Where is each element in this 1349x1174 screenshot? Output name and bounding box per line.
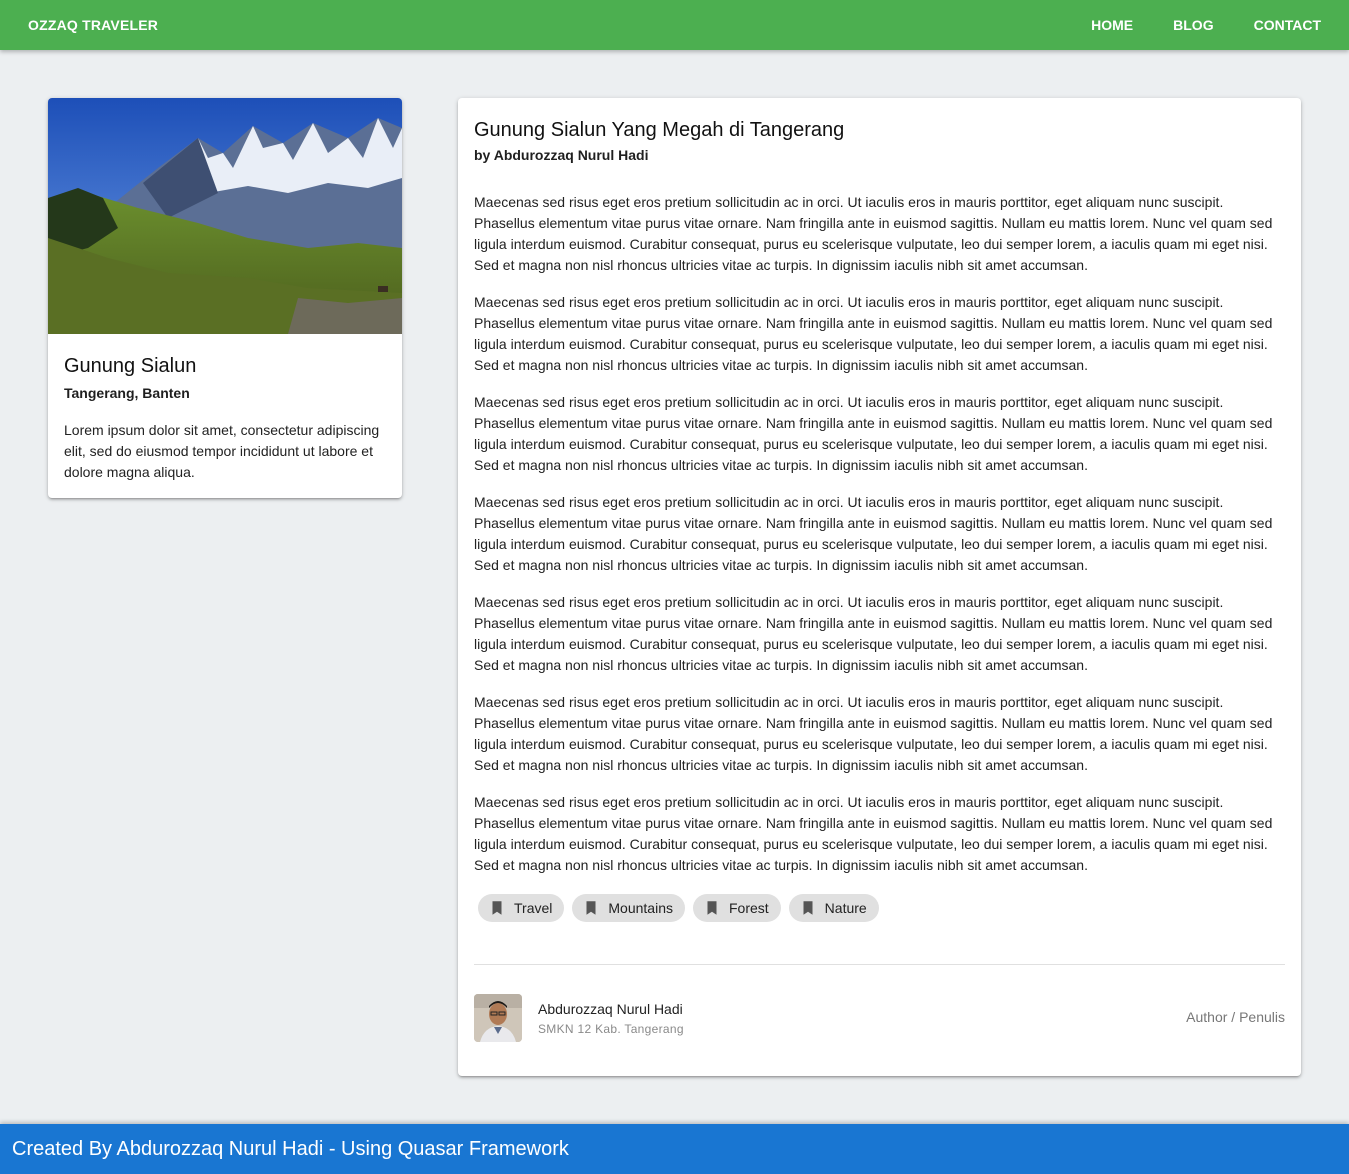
tag-list: Travel Mountains Forest Nature bbox=[474, 892, 1285, 924]
article-body: Gunung Sialun Yang Megah di Tangerang by… bbox=[458, 98, 1301, 965]
article-paragraph: Maecenas sed risus eget eros pretium sol… bbox=[474, 194, 1273, 273]
nav-blog-link[interactable]: BLOG bbox=[1165, 0, 1221, 50]
avatar-image bbox=[474, 994, 522, 1042]
author-name: Abdurozzaq Nurul Hadi bbox=[538, 1000, 683, 1017]
article-paragraph: Maecenas sed risus eget eros pretium sol… bbox=[474, 494, 1273, 573]
location-description: Lorem ipsum dolor sit amet, consectetur … bbox=[64, 422, 380, 480]
nav-home-link[interactable]: HOME bbox=[1083, 0, 1141, 50]
article-paragraph: Maecenas sed risus eget eros pretium sol… bbox=[474, 294, 1273, 373]
article-paragraph: Maecenas sed risus eget eros pretium sol… bbox=[474, 394, 1273, 473]
bookmark-icon bbox=[803, 901, 813, 915]
author-item[interactable]: Abdurozzaq Nurul Hadi SMKN 12 Kab. Tange… bbox=[458, 965, 1301, 1066]
footer: Created By Abdurozzaq Nurul Hadi - Using… bbox=[0, 1124, 1349, 1174]
tag-chip-forest[interactable]: Forest bbox=[692, 894, 781, 922]
avatar bbox=[474, 994, 522, 1042]
article-content: Maecenas sed risus eget eros pretium sol… bbox=[474, 192, 1285, 876]
bookmark-icon bbox=[586, 901, 596, 915]
bookmark-icon bbox=[707, 901, 717, 915]
tag-label: Mountains bbox=[608, 900, 673, 916]
nav-contact-link[interactable]: CONTACT bbox=[1246, 0, 1329, 50]
location-title: Gunung Sialun bbox=[64, 355, 197, 377]
article-byline: by Abdurozzaq Nurul Hadi bbox=[474, 147, 649, 163]
tag-label: Travel bbox=[514, 900, 553, 916]
bookmark-icon bbox=[492, 901, 502, 915]
top-nav: HOME BLOG CONTACT bbox=[1083, 0, 1329, 50]
tag-chip-nature[interactable]: Nature bbox=[788, 894, 879, 922]
article-paragraph: Maecenas sed risus eget eros pretium sol… bbox=[474, 694, 1273, 773]
brand-title[interactable]: OZZAQ TRAVELER bbox=[28, 17, 158, 33]
tag-chip-travel[interactable]: Travel bbox=[478, 894, 565, 922]
author-role: Author / Penulis bbox=[1186, 1009, 1285, 1025]
tag-chip-mountains[interactable]: Mountains bbox=[572, 894, 685, 922]
mountain-image bbox=[48, 98, 402, 334]
article-paragraph: Maecenas sed risus eget eros pretium sol… bbox=[474, 594, 1273, 673]
location-card: Gunung Sialun Tangerang, Banten Lorem ip… bbox=[48, 98, 402, 498]
tag-label: Nature bbox=[824, 900, 867, 916]
author-info: Abdurozzaq Nurul Hadi SMKN 12 Kab. Tange… bbox=[538, 1000, 684, 1037]
article-card: Gunung Sialun Yang Megah di Tangerang by… bbox=[458, 98, 1301, 1076]
top-toolbar: OZZAQ TRAVELER HOME BLOG CONTACT bbox=[0, 0, 1349, 50]
tag-label: Forest bbox=[728, 900, 769, 916]
article-title: Gunung Sialun Yang Megah di Tangerang bbox=[474, 119, 845, 141]
footer-text: Created By Abdurozzaq Nurul Hadi - Using… bbox=[12, 1137, 569, 1160]
author-school: SMKN 12 Kab. Tangerang bbox=[538, 1021, 684, 1036]
location-card-body: Gunung Sialun Tangerang, Banten Lorem ip… bbox=[48, 334, 402, 498]
location-subtitle: Tangerang, Banten bbox=[64, 385, 190, 401]
article-paragraph: Maecenas sed risus eget eros pretium sol… bbox=[474, 794, 1273, 873]
